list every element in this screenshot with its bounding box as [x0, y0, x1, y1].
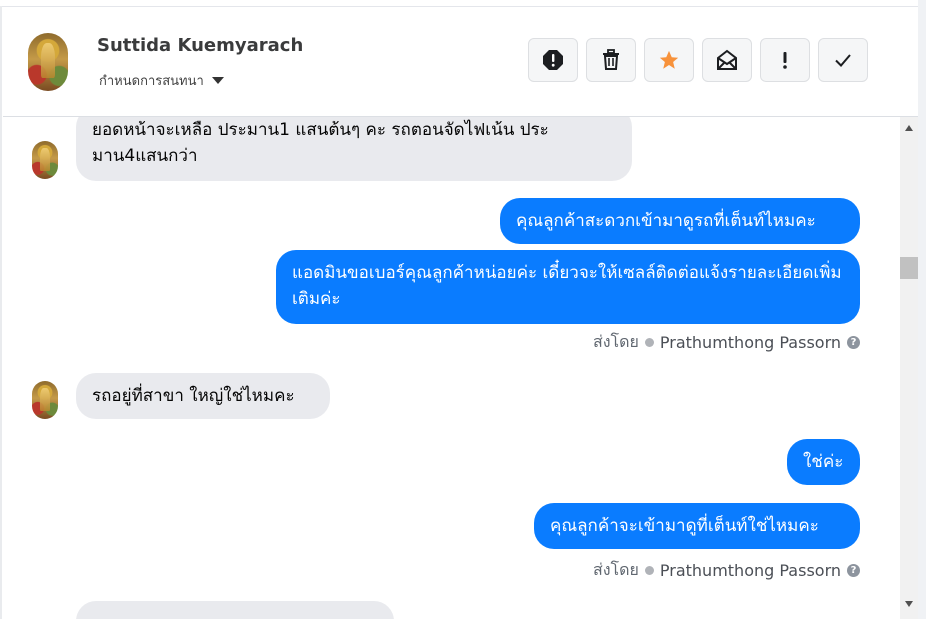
message-outgoing[interactable]: แอดมินขอเบอร์คุณลูกค้าหน่อยค่ะ เดี๋ยวจะใ…	[276, 250, 860, 324]
contact-avatar[interactable]	[28, 33, 68, 91]
sent-by-prefix: ส่งโดย	[592, 560, 639, 579]
follow-up-button[interactable]	[760, 38, 810, 82]
assign-conversation-label: กำหนดการสนทนา	[99, 74, 204, 89]
message-incoming-partial[interactable]	[76, 601, 394, 619]
window-right-edge	[918, 0, 926, 619]
spam-button[interactable]	[528, 38, 578, 82]
sent-by-agent[interactable]: Prathumthong Passorn	[660, 561, 841, 580]
scroll-down-arrow-icon[interactable]	[905, 601, 913, 607]
message-incoming[interactable]: รถอยู่ที่สาขา ใหญ่ใช่ไหมคะ	[76, 373, 330, 419]
header-actions	[528, 38, 868, 82]
delete-button[interactable]	[586, 38, 636, 82]
help-icon[interactable]: ?	[847, 336, 860, 349]
exclamation-icon	[783, 52, 787, 69]
sent-by-line: ส่งโดย Prathumthong Passorn ?	[593, 558, 860, 583]
message-outgoing[interactable]: คุณลูกค้าจะเข้ามาดูที่เต็นท์ใช่ไหมคะ	[534, 503, 860, 549]
star-button[interactable]	[644, 38, 694, 82]
contact-name[interactable]: Suttida Kuemyarach	[97, 35, 303, 56]
sent-by-line: ส่งโดย Prathumthong Passorn ?	[593, 330, 860, 355]
trash-icon	[603, 49, 619, 70]
scroll-up-arrow-icon[interactable]	[905, 125, 913, 131]
mark-unread-icon	[717, 49, 737, 70]
conversation-header: Suttida Kuemyarach กำหนดการสนทนา	[3, 7, 918, 117]
message-outgoing[interactable]: ใช่ค่ะ	[787, 439, 860, 485]
thread-scrollbar[interactable]	[900, 117, 918, 619]
help-icon[interactable]: ?	[847, 564, 860, 577]
contact-avatar-small[interactable]	[32, 141, 58, 179]
done-button[interactable]	[818, 38, 868, 82]
star-icon	[659, 50, 679, 69]
message-thread: ยอดหน้าจะเหลือ ประมาน1 แสนต้นๆ คะ รถตอนจ…	[3, 117, 900, 619]
agent-status-icon	[644, 338, 654, 347]
agent-status-icon	[644, 566, 654, 575]
sent-by-agent[interactable]: Prathumthong Passorn	[660, 333, 841, 352]
mark-unread-button[interactable]	[702, 38, 752, 82]
assign-conversation-dropdown[interactable]: กำหนดการสนทนา	[99, 70, 224, 91]
message-incoming[interactable]: ยอดหน้าจะเหลือ ประมาน1 แสนต้นๆ คะ รถตอนจ…	[76, 117, 632, 181]
left-panel-edge	[0, 6, 2, 619]
message-outgoing[interactable]: คุณลูกค้าสะดวกเข้ามาดูรถที่เต็นท์ไหมคะ	[500, 198, 860, 244]
contact-avatar-small[interactable]	[32, 381, 58, 419]
scrollbar-thumb[interactable]	[900, 257, 918, 279]
sent-by-prefix: ส่งโดย	[592, 332, 639, 351]
window-top-edge	[0, 0, 918, 7]
check-icon	[835, 54, 851, 67]
caret-down-icon	[211, 77, 224, 84]
alert-octagon-icon	[543, 50, 563, 70]
